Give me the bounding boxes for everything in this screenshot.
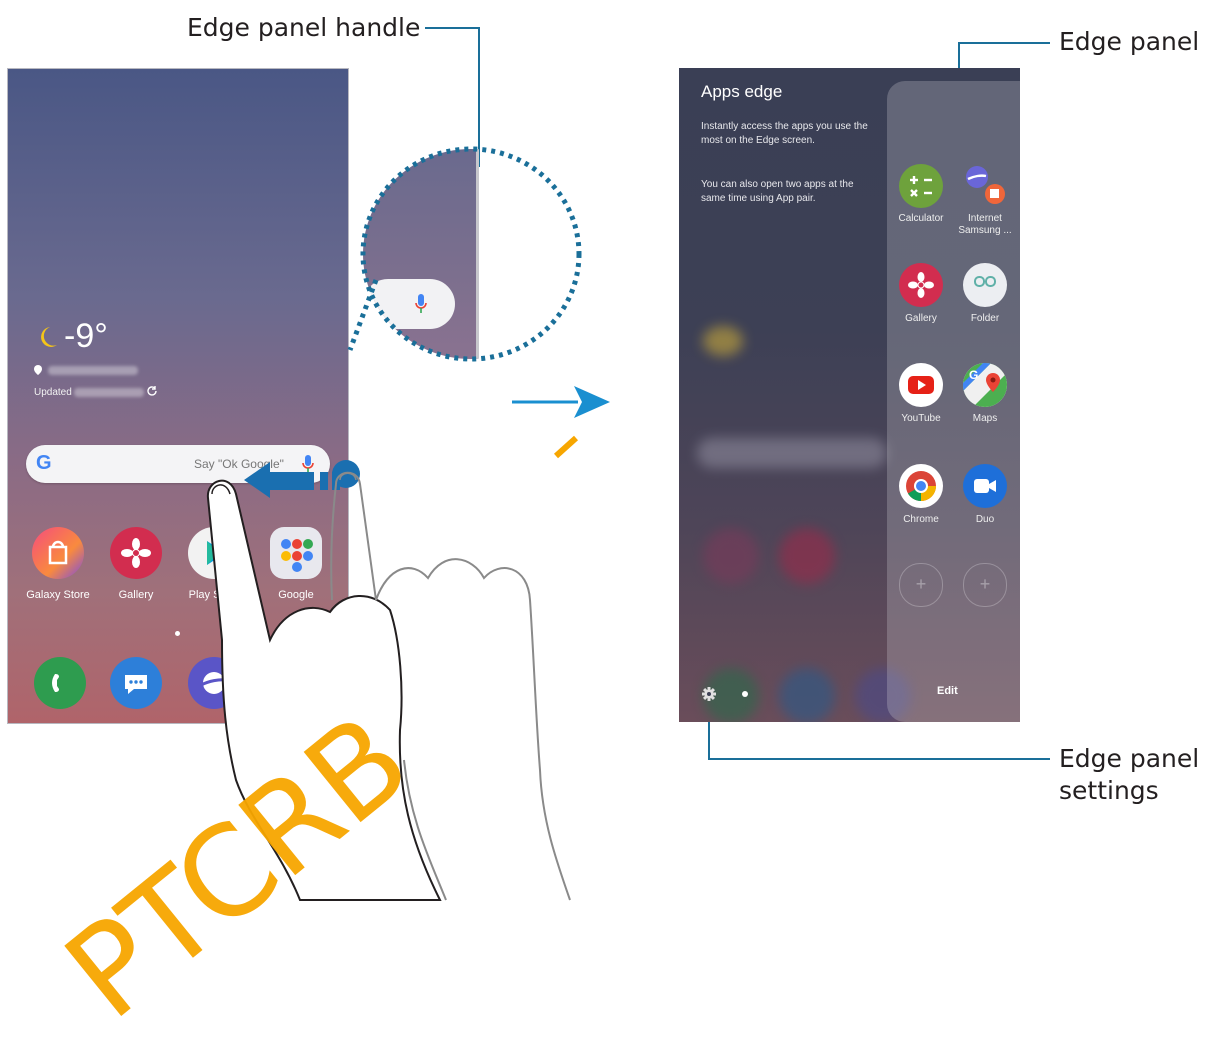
weather-temperature: -9°	[64, 317, 108, 355]
edge-panel-settings-callout-line1: Edge panel	[1059, 744, 1200, 773]
callout-line	[708, 758, 1050, 760]
apps-edge-description-2: You can also open two apps at the same t…	[701, 179, 854, 204]
duo-icon[interactable]	[963, 464, 1007, 508]
app-label-galaxy-store: Galaxy Store	[26, 589, 90, 601]
calculator-icon[interactable]	[899, 164, 943, 208]
location-text	[48, 366, 138, 375]
weather-updated-label: Updated	[34, 387, 72, 398]
app-label-google: Google	[278, 589, 314, 601]
transition-arrow	[512, 386, 610, 418]
callout-line	[425, 27, 480, 29]
panel-label-duo: Duo	[975, 514, 995, 525]
orange-mark	[553, 435, 579, 459]
moon-icon	[41, 327, 57, 347]
panel-label-youtube: YouTube	[901, 413, 941, 424]
apps-edge-description-1: Instantly access the apps you use the mo…	[701, 121, 868, 146]
panel-label-samsung-internet: Internet Samsung ...	[958, 213, 1012, 236]
page-indicator	[175, 631, 180, 636]
apps-edge-title: Apps edge	[701, 82, 783, 101]
panel-label-folder: Folder	[970, 313, 1000, 324]
galaxy-store-icon[interactable]	[32, 527, 84, 579]
home-screen: -9° Updated G Say "Ok Google" Galaxy Sto…	[7, 68, 349, 724]
edge-panel-callout: Edge panel	[1059, 27, 1200, 56]
add-app-slot[interactable]: +	[899, 563, 943, 607]
panel-label-calculator: Calculator	[898, 213, 944, 224]
panel-label-gallery: Gallery	[905, 313, 937, 324]
google-folder-icon[interactable]	[270, 527, 322, 579]
edit-button[interactable]: Edit	[937, 685, 958, 697]
svg-text:G: G	[969, 368, 978, 382]
google-g-icon: G	[36, 452, 52, 474]
add-app-slot[interactable]: +	[963, 563, 1007, 607]
gallery-icon[interactable]	[110, 527, 162, 579]
magnifier-outline	[347, 146, 582, 362]
maps-icon[interactable]: G	[963, 363, 1007, 407]
app-label-gallery: Gallery	[118, 589, 154, 601]
panel-page-indicator	[742, 691, 748, 697]
gallery-icon[interactable]	[899, 263, 943, 307]
play-store-icon[interactable]	[188, 527, 240, 579]
youtube-icon[interactable]	[899, 363, 943, 407]
panel-label-chrome: Chrome	[903, 514, 939, 525]
edge-panel-settings-gear-icon[interactable]	[702, 687, 716, 701]
folder-icon[interactable]	[963, 263, 1007, 307]
updated-time-text	[74, 388, 144, 397]
internet-icon[interactable]	[188, 657, 240, 709]
edge-panel-handle-callout: Edge panel handle	[187, 13, 421, 42]
touch-point	[332, 460, 360, 488]
app-label-play-store: Play Store	[188, 589, 240, 601]
panel-label-maps: Maps	[972, 413, 998, 424]
ptcrb-watermark: PTCRB	[40, 688, 435, 1047]
messages-icon[interactable]	[110, 657, 162, 709]
phone-icon[interactable]	[34, 657, 86, 709]
edge-panel-settings-callout-line2: settings	[1059, 776, 1159, 805]
refresh-icon[interactable]	[146, 385, 158, 397]
callout-line	[958, 42, 1050, 44]
location-pin-icon	[34, 365, 42, 375]
apps-edge-screen: Apps edge Instantly access the apps you …	[679, 68, 1020, 722]
chrome-icon[interactable]	[899, 464, 943, 508]
edge-panel: Calculator Internet Samsung ... Gallery …	[887, 81, 1020, 722]
samsung-internet-icon[interactable]	[963, 164, 1007, 208]
